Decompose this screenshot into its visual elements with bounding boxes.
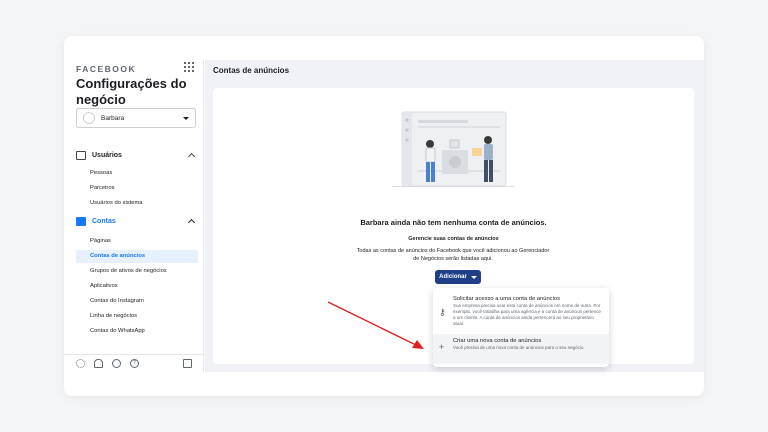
folder-icon <box>76 216 86 226</box>
facebook-logo: FACEBOOK <box>76 64 137 74</box>
chevron-up-icon <box>187 152 196 160</box>
empty-state-description: Todas as contas de anúncios do Facebook … <box>356 248 550 262</box>
menu-item-request-access[interactable]: ⚷ Solicitar acesso a uma conta de anúnci… <box>433 292 609 334</box>
plus-icon: + <box>439 342 445 352</box>
chevron-up-icon <box>187 218 196 226</box>
business-selector[interactable]: Barbara <box>76 108 196 128</box>
app-title: Configurações do negócio <box>76 76 187 107</box>
business-avatar <box>83 112 95 124</box>
empty-state-illustration <box>392 111 514 187</box>
sidebar-section-label: Usuários <box>92 151 122 159</box>
sidebar-item-grupos-de-ativos[interactable]: Grupos de ativos de negócios <box>76 265 198 278</box>
gear-icon[interactable] <box>76 359 85 368</box>
sidebar-section-contas[interactable]: Contas <box>76 214 198 228</box>
menu-item-description: Você precisa de uma nova conta de anúnci… <box>453 345 585 350</box>
menu-item-title: Solicitar acesso a uma conta de anúncios <box>453 296 560 302</box>
search-icon[interactable] <box>112 359 121 368</box>
users-icon <box>76 150 86 160</box>
sidebar-item-contas-do-instagram[interactable]: Contas do Instagram <box>76 295 198 308</box>
sidebar-section-label: Contas <box>92 217 116 225</box>
caret-down-icon <box>470 275 477 279</box>
sidebar-item-usuarios-do-sistema[interactable]: Usuários do sistema <box>76 197 198 210</box>
chevron-down-icon <box>183 116 189 120</box>
key-icon: ⚷ <box>439 307 446 317</box>
menu-item-description: Sua empresa precisa usar esta conta de a… <box>453 303 601 326</box>
collapse-panel-icon[interactable] <box>183 359 192 368</box>
sidebar-section-users[interactable]: Usuários <box>76 148 198 162</box>
add-button[interactable]: Adicionar <box>435 270 481 284</box>
sidebar: FACEBOOK Configurações do negócio Barbar… <box>64 60 204 372</box>
sidebar-item-pessoas[interactable]: Pessoas <box>76 167 198 180</box>
empty-state-subtitle: Gerencie suas contas de anúncios <box>408 236 499 242</box>
sidebar-item-linha-de-negocios[interactable]: Linha de negócios <box>76 310 198 323</box>
add-dropdown-menu: ⚷ Solicitar acesso a uma conta de anúnci… <box>433 288 609 367</box>
page-title: Contas de anúncios <box>213 66 290 75</box>
business-name: Barbara <box>101 114 125 122</box>
sidebar-item-aplicativos[interactable]: Aplicativos <box>76 280 198 293</box>
menu-item-create-account[interactable]: + Criar uma nova conta de anúncios Você … <box>433 334 609 364</box>
empty-state-title: Barbara ainda não tem nenhuma conta de a… <box>360 218 547 227</box>
sidebar-item-contas-do-whatsapp[interactable]: Contas do WhatsApp <box>76 325 198 338</box>
help-icon[interactable]: ? <box>130 359 139 368</box>
bell-icon[interactable] <box>94 359 103 368</box>
annotation-arrow <box>327 301 424 349</box>
sidebar-item-contas-de-anuncios[interactable]: Contas de anúncios <box>76 250 198 263</box>
menu-item-title: Criar uma nova conta de anúncios <box>453 338 542 344</box>
sidebar-item-paginas[interactable]: Páginas <box>76 235 198 248</box>
apps-grid-icon[interactable] <box>184 62 194 72</box>
add-button-label: Adicionar <box>439 274 467 280</box>
sidebar-footer: ? <box>64 354 204 372</box>
sidebar-item-parceiros[interactable]: Parceiros <box>76 182 198 195</box>
main-content: Contas de anúncios Barbara ainda não tem… <box>205 60 704 372</box>
content-panel: Barbara ainda não tem nenhuma conta de a… <box>213 88 694 367</box>
